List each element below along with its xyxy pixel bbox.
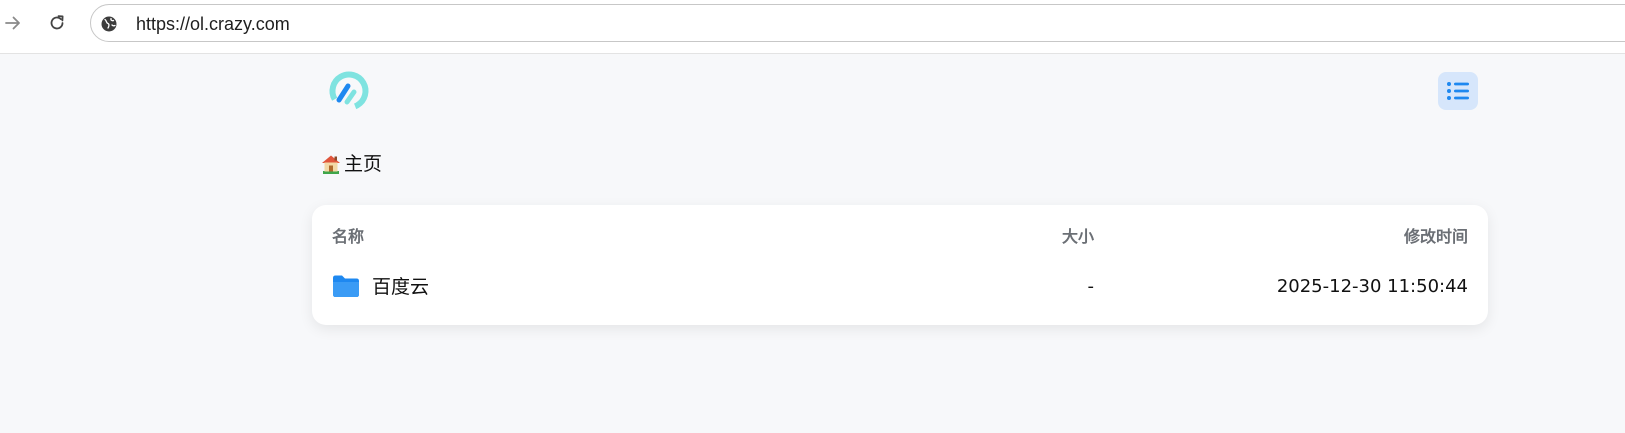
- arrow-right-icon: [5, 16, 20, 30]
- site-info-button[interactable]: [99, 14, 119, 34]
- column-header-size[interactable]: 大小: [1062, 227, 1094, 247]
- house-icon: [320, 153, 342, 175]
- file-list-card: 名称 大小 修改时间 百度云 - 2025-12-30 11:50:44: [312, 205, 1488, 325]
- file-size: -: [1087, 276, 1095, 297]
- globe-icon: [101, 16, 117, 32]
- breadcrumb: 主页: [320, 152, 382, 176]
- file-modified-time: 2025-12-30 11:50:44: [1276, 276, 1468, 297]
- logo-icon: [329, 71, 369, 111]
- table-row[interactable]: 百度云 - 2025-12-30 11:50:44: [312, 265, 1488, 309]
- reload-button[interactable]: [42, 8, 72, 38]
- url-text[interactable]: https://ol.crazy.com: [136, 14, 290, 34]
- file-name[interactable]: 百度云: [372, 275, 429, 299]
- site-logo[interactable]: [326, 68, 372, 114]
- forward-button[interactable]: [0, 8, 28, 38]
- browser-toolbar: https://ol.crazy.com: [0, 0, 1625, 54]
- breadcrumb-home-link[interactable]: 主页: [344, 152, 382, 176]
- column-header-name[interactable]: 名称: [332, 227, 364, 247]
- menu-toggle-button[interactable]: [1438, 72, 1478, 110]
- folder-icon: [332, 274, 360, 298]
- address-bar[interactable]: https://ol.crazy.com: [90, 4, 1625, 42]
- list-icon: [1447, 82, 1469, 100]
- reload-icon: [50, 15, 64, 30]
- column-header-modified[interactable]: 修改时间: [1404, 227, 1468, 247]
